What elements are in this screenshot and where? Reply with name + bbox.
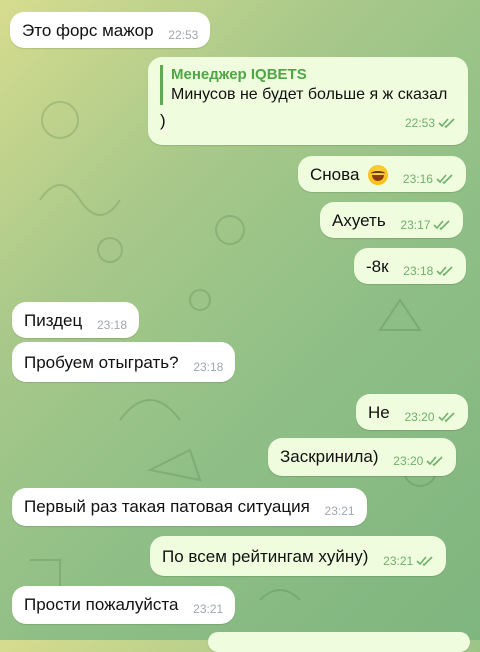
message-bubble[interactable]: Прости пожалуйста 23:21 bbox=[12, 586, 236, 624]
message-time: 23:21 bbox=[324, 503, 355, 518]
double-check-icon bbox=[426, 455, 443, 466]
message-text: Ахуеть bbox=[332, 210, 386, 230]
message-bubble[interactable]: Не 23:20 bbox=[356, 394, 468, 430]
message-time: 23:21 bbox=[383, 553, 414, 568]
message-text: ) bbox=[160, 111, 166, 130]
message-bubble[interactable]: Ахуеть 23:17 bbox=[320, 202, 464, 238]
double-check-icon bbox=[438, 118, 455, 128]
message-bubble[interactable]: Первый раз такая патовая ситуация 23:21 bbox=[12, 488, 367, 526]
message-bubble[interactable]: Пробуем отыграть? 23:18 bbox=[12, 342, 236, 382]
message-bubble[interactable]: Это форс мажор 22:53 bbox=[10, 12, 211, 48]
double-check-icon bbox=[433, 219, 451, 230]
message-time: 23:21 bbox=[193, 601, 224, 616]
message-time: 23:18 bbox=[403, 263, 434, 278]
joy-emoji-icon bbox=[368, 164, 389, 185]
message-time: 23:20 bbox=[393, 453, 424, 468]
message-text: Заскринила) bbox=[280, 446, 379, 466]
message-bubble[interactable]: Пиздец 23:18 bbox=[12, 302, 140, 338]
message-text: Пробуем отыграть? bbox=[24, 352, 179, 372]
message-bubble[interactable]: По всем рейтингам хуйну) 23:21 bbox=[150, 536, 447, 576]
message-time: 22:53 bbox=[168, 27, 199, 42]
message-text: Снова bbox=[310, 164, 360, 184]
message-time: 23:17 bbox=[400, 217, 431, 232]
message-time: 23:18 bbox=[96, 317, 128, 332]
message-text: Прости пожалуйста bbox=[24, 594, 179, 614]
double-check-icon bbox=[437, 411, 455, 422]
message-text: Это форс мажор bbox=[22, 20, 154, 40]
message-bubble[interactable]: Менеджер IQBETS Минусов не будет больше … bbox=[148, 57, 468, 145]
message-text: Не bbox=[368, 402, 390, 422]
message-time: 23:16 bbox=[402, 171, 433, 186]
message-text: -8к bbox=[366, 256, 389, 276]
message-text: Первый раз такая патовая ситуация bbox=[24, 496, 310, 516]
double-check-icon bbox=[436, 173, 453, 184]
reply-text: Минусов не будет больше я ж сказал bbox=[171, 86, 448, 103]
reply-quote[interactable]: Менеджер IQBETS Минусов не будет больше … bbox=[160, 65, 456, 105]
message-text: Пиздец bbox=[24, 310, 83, 330]
message-bubble-partial[interactable] bbox=[208, 632, 470, 652]
double-check-icon bbox=[416, 555, 433, 566]
double-check-icon bbox=[436, 265, 453, 276]
message-bubble[interactable]: -8к 23:18 bbox=[354, 248, 467, 284]
message-bubble[interactable]: Заскринила) 23:20 bbox=[268, 438, 457, 476]
message-time: 23:20 bbox=[404, 409, 435, 424]
chat-history[interactable]: Это форс мажор 22:53 Менеджер IQBETS Мин… bbox=[0, 0, 480, 652]
message-bubble[interactable]: Снова 23:16 bbox=[298, 156, 466, 192]
message-time: 23:18 bbox=[193, 359, 224, 374]
message-time: 22:53 bbox=[404, 116, 435, 130]
reply-author: Менеджер IQBETS bbox=[171, 66, 307, 83]
message-text: По всем рейтингам хуйну) bbox=[162, 546, 369, 566]
